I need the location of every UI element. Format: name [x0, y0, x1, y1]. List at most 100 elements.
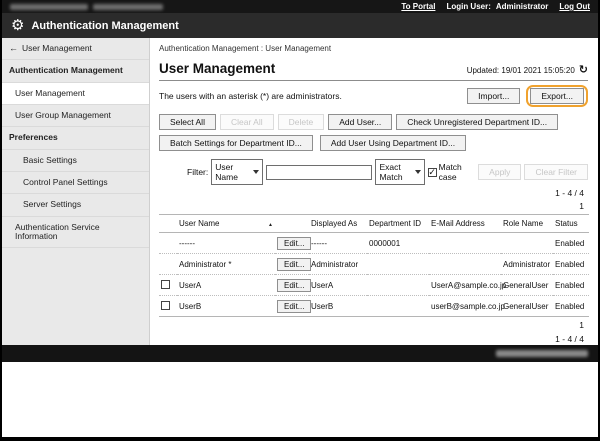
status-cell: Enabled: [553, 254, 589, 275]
edit-button[interactable]: Edit...: [277, 279, 311, 292]
row-checkbox[interactable]: [161, 280, 170, 289]
match-case-checkbox[interactable]: [428, 168, 437, 177]
pagination-top: 1 - 4 / 4 1: [159, 187, 588, 213]
table-row: Administrator * Edit... Administrator Ad…: [159, 254, 589, 275]
edit-button[interactable]: Edit...: [277, 258, 311, 271]
import-button[interactable]: Import...: [467, 88, 520, 104]
pagination-range: 1 - 4 / 4: [159, 187, 584, 200]
breadcrumb: Authentication Management : User Managem…: [159, 44, 588, 53]
table-row: UserB Edit... UserB userB@sample.co.jp G…: [159, 296, 589, 317]
chevron-down-icon: [253, 170, 259, 174]
page-title: User Management: [159, 61, 275, 76]
role-name-header: Role Name: [501, 215, 553, 233]
status-cell: Enabled: [553, 296, 589, 317]
gear-icon: [11, 17, 24, 35]
action-buttons-row-2: Batch Settings for Department ID... Add …: [159, 135, 588, 151]
user-name-cell: ------: [177, 233, 275, 254]
to-portal-link[interactable]: To Portal: [401, 2, 435, 11]
sidebar-back-user-management[interactable]: User Management: [2, 38, 149, 60]
row-checkbox[interactable]: [161, 301, 170, 310]
match-case-checkbox-wrap[interactable]: Match case: [428, 162, 470, 182]
user-name-cell: UserB: [177, 296, 275, 317]
updated-text: Updated: 19/01 2021 15:05:20: [467, 66, 575, 75]
export-highlight-ring: Export...: [526, 85, 588, 107]
note-row: The users with an asterisk (*) are admin…: [159, 85, 588, 107]
status-header: Status: [553, 215, 589, 233]
sidebar-item-control-panel-settings[interactable]: Control Panel Settings: [2, 172, 149, 194]
row-checkbox-cell: [159, 254, 177, 275]
department-id-cell: 0000001: [367, 233, 429, 254]
pagination-bottom: 1 1 - 4 / 4: [159, 319, 588, 345]
email-address-header: E-Mail Address: [429, 215, 501, 233]
updated: Updated: 19/01 2021 15:05:20: [467, 65, 588, 76]
user-name-header[interactable]: User Name: [177, 215, 275, 233]
sidebar-item-server-settings[interactable]: Server Settings: [2, 194, 149, 216]
admin-note: The users with an asterisk (*) are admin…: [159, 91, 342, 101]
department-id-cell: [367, 254, 429, 275]
user-name-header-label: User Name: [179, 219, 219, 228]
table-row: ------ Edit... ------ 0000001 Enabled: [159, 233, 589, 254]
checkbox-column-header: [159, 215, 177, 233]
clear-filter-button[interactable]: Clear Filter: [524, 164, 588, 180]
export-button[interactable]: Export...: [530, 88, 584, 104]
log-out-link[interactable]: Log Out: [559, 2, 590, 11]
refresh-icon[interactable]: [579, 65, 588, 76]
check-unregistered-department-id-button[interactable]: Check Unregistered Department ID...: [396, 114, 558, 130]
add-user-using-department-id-button[interactable]: Add User Using Department ID...: [320, 135, 466, 151]
empty-browser-area: [2, 362, 598, 437]
copyright-redacted: [496, 350, 588, 357]
department-id-cell: [367, 296, 429, 317]
device-name-redacted-2: [93, 4, 163, 10]
filter-field-select[interactable]: User Name: [211, 159, 263, 185]
user-name-cell: UserA: [177, 275, 275, 296]
email-cell: UserA@sample.co.jp: [429, 275, 501, 296]
sidebar-section-preferences: Preferences: [2, 127, 149, 149]
main: User Management Authentication Managemen…: [2, 38, 598, 345]
status-cell: Enabled: [553, 233, 589, 254]
clear-all-button[interactable]: Clear All: [220, 114, 274, 130]
role-cell: Administrator: [501, 254, 553, 275]
footer-bar: [2, 345, 598, 362]
filter-field-value: User Name: [215, 162, 248, 182]
edit-column-header: [275, 215, 309, 233]
filter-label: Filter:: [187, 167, 208, 177]
pagination-page: 1: [159, 200, 584, 213]
sidebar-item-user-group-management[interactable]: User Group Management: [2, 105, 149, 127]
row-checkbox-cell: [159, 275, 177, 296]
match-case-label: Match case: [439, 162, 470, 182]
filter-match-value: Exact Match: [379, 162, 409, 182]
filter-query-input[interactable]: [266, 165, 372, 180]
edit-button[interactable]: Edit...: [277, 300, 311, 313]
email-cell: [429, 254, 501, 275]
sidebar-item-basic-settings[interactable]: Basic Settings: [2, 150, 149, 172]
displayed-as-cell: UserA: [309, 275, 367, 296]
batch-settings-department-id-button[interactable]: Batch Settings for Department ID...: [159, 135, 313, 151]
displayed-as-cell: ------: [309, 233, 367, 254]
select-all-button[interactable]: Select All: [159, 114, 216, 130]
app-title: Authentication Management: [31, 20, 178, 32]
login-user: Login User: Administrator: [446, 2, 548, 11]
edit-button[interactable]: Edit...: [277, 237, 311, 250]
filter-row: Filter: User Name Exact Match Match case: [187, 159, 588, 185]
status-cell: Enabled: [553, 275, 589, 296]
chevron-down-icon: [415, 170, 421, 174]
displayed-as-cell: UserB: [309, 296, 367, 317]
email-cell: userB@sample.co.jp: [429, 296, 501, 317]
email-cell: [429, 233, 501, 254]
delete-button[interactable]: Delete: [278, 114, 325, 130]
add-user-button[interactable]: Add User...: [328, 114, 392, 130]
page: To Portal Login User: Administrator Log …: [2, 0, 598, 437]
table-header-row: User Name Displayed As Department ID E-M…: [159, 215, 589, 233]
device-name-redacted: [10, 4, 88, 10]
filter-match-select[interactable]: Exact Match: [375, 159, 424, 185]
import-export-buttons: Import... Export...: [467, 85, 588, 107]
apply-button[interactable]: Apply: [478, 164, 521, 180]
sidebar-section-authentication-management: Authentication Management: [2, 60, 149, 82]
sidebar-item-user-management[interactable]: User Management: [2, 83, 149, 105]
action-buttons-row-1: Select All Clear All Delete Add User... …: [159, 114, 588, 130]
role-cell: GeneralUser: [501, 296, 553, 317]
title-row: User Management Updated: 19/01 2021 15:0…: [159, 61, 588, 81]
sidebar-item-authentication-service-information[interactable]: Authentication Service Information: [2, 217, 149, 249]
role-cell: [501, 233, 553, 254]
displayed-as-cell: Administrator: [309, 254, 367, 275]
